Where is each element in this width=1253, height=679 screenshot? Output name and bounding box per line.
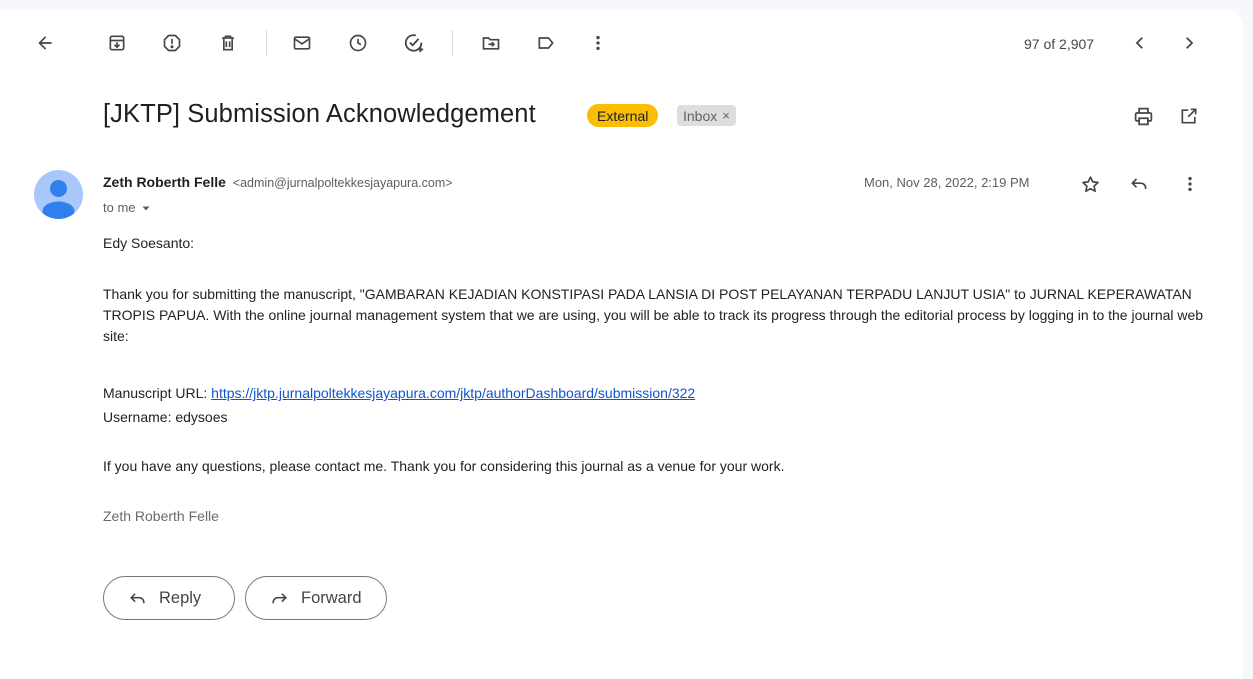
remove-label-icon[interactable]: × xyxy=(722,108,730,123)
move-to-folder-icon[interactable] xyxy=(477,29,505,57)
signature: Zeth Roberth Felle xyxy=(103,508,219,524)
report-spam-icon[interactable] xyxy=(158,29,186,57)
open-in-new-icon[interactable] xyxy=(1175,102,1203,130)
greeting-text: Edy Soesanto: xyxy=(103,235,195,251)
reply-button[interactable]: Reply xyxy=(103,576,235,620)
more-vert-icon[interactable] xyxy=(1176,170,1204,198)
forward-button[interactable]: Forward xyxy=(245,576,387,620)
add-task-icon[interactable] xyxy=(400,29,428,57)
trash-icon[interactable] xyxy=(214,29,242,57)
thanks-paragraph: Thank you for submitting the manuscript,… xyxy=(103,286,1204,344)
printer-icon[interactable] xyxy=(1129,102,1157,130)
recipient-toggle[interactable]: to me xyxy=(103,200,151,215)
sender-email: <admin@jurnalpoltekkesjayapura.com> xyxy=(232,176,453,190)
avatar[interactable] xyxy=(34,170,83,219)
external-label-text: External xyxy=(597,107,649,124)
archive-icon[interactable] xyxy=(103,29,131,57)
mail-icon[interactable] xyxy=(288,29,316,57)
message-date: Mon, Nov 28, 2022, 2:19 PM xyxy=(864,175,1030,190)
inbox-label-text: Inbox xyxy=(683,107,718,124)
recipient-text: to me xyxy=(103,200,136,215)
username-line: Username: edysoes xyxy=(103,409,228,425)
star-icon[interactable] xyxy=(1076,170,1104,198)
chevron-right-icon[interactable] xyxy=(1175,29,1203,57)
caret-down-icon xyxy=(142,206,150,210)
email-subject: [JKTP] Submission Acknowledgement xyxy=(103,100,536,128)
manuscript-url-line: Manuscript URL: https://jktp.jurnalpolte… xyxy=(103,383,695,404)
toolbar-divider xyxy=(266,30,267,56)
forward-icon xyxy=(272,592,287,603)
manuscript-link[interactable]: https://jktp.jurnalpoltekkesjayapura.com… xyxy=(211,385,695,401)
message-counter: 97 of 2,907 xyxy=(1024,36,1095,52)
clock-icon[interactable] xyxy=(344,29,372,57)
reply-icon xyxy=(130,592,145,603)
inbox-label: Inbox × xyxy=(677,105,736,126)
toolbar-divider xyxy=(452,30,453,56)
reply-label: Reply xyxy=(159,588,202,607)
chevron-left-icon[interactable] xyxy=(1126,29,1154,57)
url-label: Manuscript URL: xyxy=(103,385,212,401)
forward-label: Forward xyxy=(301,588,362,607)
sender-name[interactable]: Zeth Roberth Felle xyxy=(103,174,226,190)
label-icon[interactable] xyxy=(532,29,560,57)
more-vert-icon[interactable] xyxy=(584,29,612,57)
back-icon[interactable] xyxy=(31,29,59,57)
external-label: External xyxy=(587,104,659,127)
reply-icon[interactable] xyxy=(1125,170,1153,198)
questions-paragraph: If you have any questions, please contac… xyxy=(103,458,785,474)
sender-line: Zeth Roberth Felle <admin@jurnalpoltekke… xyxy=(103,174,453,190)
